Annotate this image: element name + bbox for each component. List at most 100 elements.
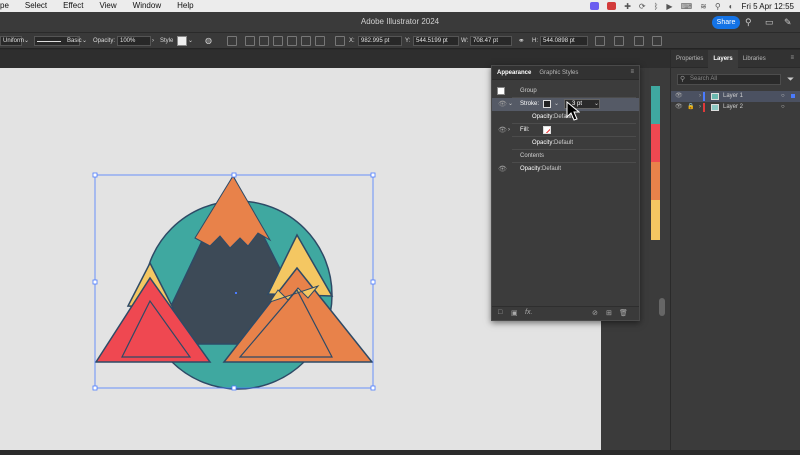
swatch-teal[interactable] [651,86,660,124]
link-icon[interactable]: ⚭ [518,36,525,46]
chevron-right-icon[interactable]: › [699,102,701,113]
brush-stroke-preview [37,41,61,42]
menu-item-type[interactable]: pe [0,0,17,12]
align-to-icon[interactable] [227,36,237,46]
transform-panel-icon[interactable] [595,36,605,46]
extension-icon[interactable]: ✚ [624,2,631,11]
workspace-icon[interactable]: ▭ [765,17,774,28]
y-field[interactable]: 544.5199 pt [413,36,459,46]
fill-row[interactable]: 👁 › Fill: [492,124,639,137]
chevron-down-icon[interactable]: ⌄ [188,36,193,46]
recolor-icon[interactable]: ◍ [205,36,212,46]
layer-row-1[interactable]: 👁 › Layer 1 ○ [671,91,800,102]
appearance-tabs: Appearance Graphic Styles ≡ [492,66,639,80]
tab-appearance[interactable]: Appearance [497,70,531,76]
pen-icon[interactable]: ✎ [784,17,792,28]
clear-icon[interactable]: ⊘ [592,309,598,317]
align-left-icon[interactable] [245,36,255,46]
chevron-right-icon[interactable]: › [152,36,154,46]
opacity-field[interactable]: 100% [117,36,151,46]
search-icon[interactable]: ⚲ [715,2,721,11]
menu-item-help[interactable]: Help [169,0,201,12]
transform-icon[interactable] [335,36,345,46]
trash-icon[interactable]: 🗑 [619,309,628,317]
align-middle-icon[interactable] [301,36,311,46]
filter-icon[interactable]: ⏷ [787,74,794,85]
screen-record-icon[interactable] [590,2,600,10]
menu-item-effect[interactable]: Effect [55,0,91,12]
stroke-swatch[interactable] [543,100,551,108]
group-opacity-value[interactable]: Default [542,163,561,176]
add-stroke-icon[interactable]: □ [498,309,502,316]
appearance-footer: □ ▣ fx. ⊘ ⊞ 🗑 [492,306,639,320]
scrollbar-thumb[interactable] [659,298,665,316]
chevron-down-icon[interactable]: ⌄ [508,98,513,111]
target-icon[interactable]: ○ [781,91,785,102]
chevron-right-icon[interactable]: › [508,124,510,137]
chevron-down-icon[interactable]: ⌄ [24,36,29,46]
chevron-down-icon[interactable]: ⌄ [554,98,559,111]
w-field[interactable]: 708.47 pt [470,36,512,46]
add-fill-icon[interactable]: ▣ [511,309,518,317]
style-swatch[interactable] [177,36,187,46]
menu-item-view[interactable]: View [91,0,124,12]
layer-name[interactable]: Layer 2 [723,102,743,113]
wifi-icon[interactable]: ≋ [700,2,707,11]
panel-menu-icon[interactable]: ≡ [630,69,634,75]
share-button[interactable]: Share [712,16,740,29]
align-bottom-icon[interactable] [315,36,325,46]
h-field[interactable]: 544.0898 pt [540,36,588,46]
play-icon[interactable]: ▶ [666,2,672,11]
eye-icon[interactable]: 👁 [498,98,507,111]
swatch-orange[interactable] [651,162,660,200]
eye-icon[interactable]: 👁 [675,91,683,102]
layer-color-indicator [703,92,705,101]
control-bar: Uniform ⌄ Basic ⌄ Opacity: 100% › Style … [0,32,800,49]
eye-icon[interactable]: 👁 [498,163,507,176]
target-icon[interactable]: ○ [781,102,785,113]
x-field[interactable]: 982.995 pt [358,36,402,46]
selection-indicator[interactable] [791,94,795,98]
tab-libraries[interactable]: Libraries [738,50,771,68]
layer-name[interactable]: Layer 1 [723,91,743,102]
search-icon[interactable]: ⚲ [745,17,752,28]
chevron-right-icon[interactable]: › [699,91,701,102]
lock-icon[interactable]: 🔒 [687,102,694,113]
stroke-profile-select[interactable]: Uniform [0,36,24,46]
fill-none-swatch[interactable] [543,126,551,134]
isolate-icon[interactable] [614,36,624,46]
keyboard-icon[interactable]: ⌨ [681,2,693,11]
layer-row-2[interactable]: 👁 🔒 › Layer 2 ○ [671,102,800,113]
tab-properties[interactable]: Properties [671,50,708,68]
swatch-red[interactable] [651,124,660,162]
eye-icon[interactable]: 👁 [498,124,507,137]
chevron-down-icon[interactable]: ⌄ [82,36,87,46]
eye-icon[interactable]: 👁 [675,102,683,113]
bluetooth-icon[interactable]: ᛒ [654,2,659,11]
group-row[interactable]: Group [492,85,639,98]
arrange-icon[interactable] [634,36,644,46]
fx-button[interactable]: fx. [525,309,532,316]
app-status-icon[interactable] [607,2,617,10]
menu-item-select[interactable]: Select [17,0,55,12]
fill-opacity-row[interactable]: Opacity: Default [492,137,639,150]
panel-menu-icon[interactable]: ≡ [790,55,794,61]
align-center-icon[interactable] [259,36,269,46]
menu-item-window[interactable]: Window [125,0,169,12]
duplicate-icon[interactable]: ⊞ [606,309,612,317]
chevron-down-icon[interactable]: ⌄ [594,98,599,111]
menu-icon[interactable] [652,36,662,46]
group-opacity-row[interactable]: 👁 Opacity: Default [492,163,639,176]
contents-row[interactable]: Contents [492,150,639,163]
align-right-icon[interactable] [273,36,283,46]
layers-tabs: Properties Layers Libraries ≡ [671,49,800,68]
layers-search-input[interactable]: Search All [677,74,781,85]
control-center-icon[interactable]: ◐ [729,2,734,11]
tab-graphic-styles[interactable]: Graphic Styles [539,70,578,76]
menubar-datetime[interactable]: Fri 5 Apr 12:55 [742,2,794,11]
tab-layers[interactable]: Layers [708,49,738,68]
align-top-icon[interactable] [287,36,297,46]
group-thumbnail [497,87,505,95]
sync-icon[interactable]: ⟳ [639,2,646,11]
swatch-yellow[interactable] [651,200,660,240]
